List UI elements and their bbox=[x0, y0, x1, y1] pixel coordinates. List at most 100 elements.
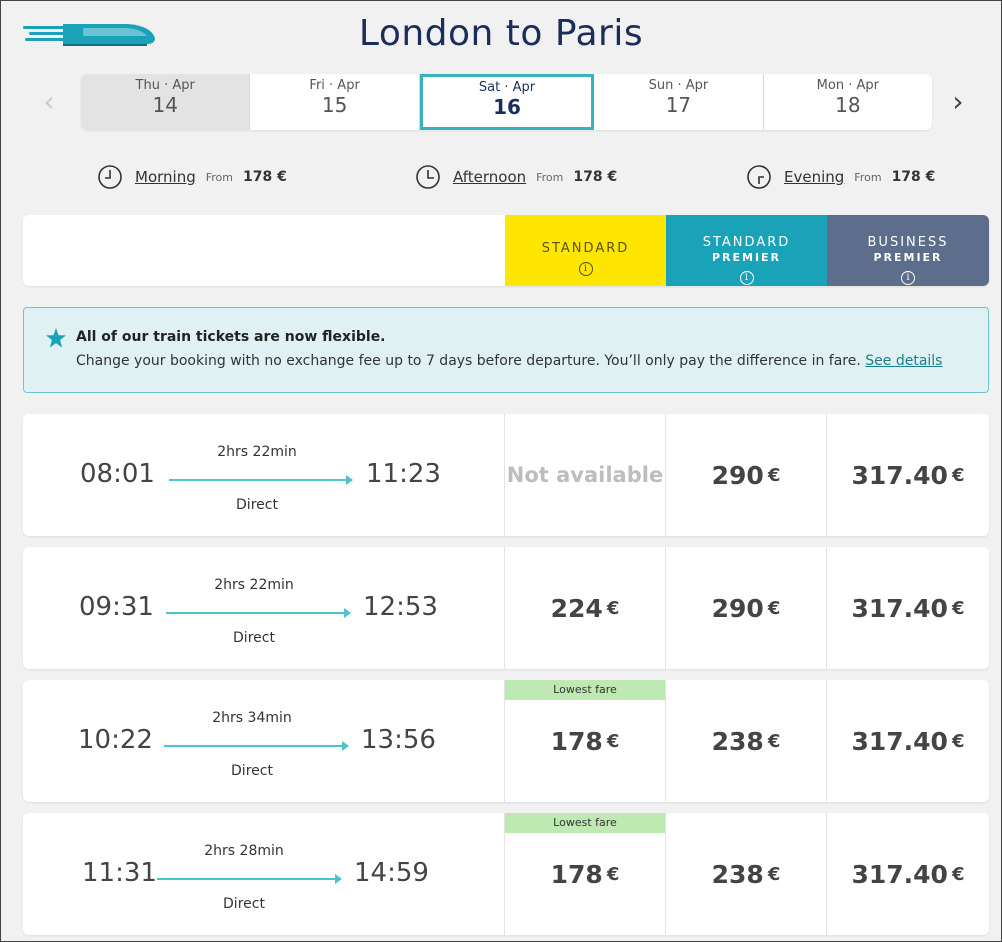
class-subname: PREMIER bbox=[873, 251, 943, 264]
fare-business-premier[interactable]: 317.40 € bbox=[827, 414, 989, 536]
date-day: 15 bbox=[321, 93, 348, 117]
fare-standard-premier[interactable]: 290 € bbox=[666, 547, 827, 669]
fare-business-premier[interactable]: 317.40 € bbox=[827, 547, 989, 669]
fare-currency: € bbox=[606, 730, 620, 752]
flexible-tickets-banner: All of our train tickets are now flexibl… bbox=[23, 307, 989, 393]
fare-currency: € bbox=[767, 597, 781, 619]
fare-price: 290 bbox=[711, 460, 764, 490]
fare-currency: € bbox=[951, 597, 965, 619]
fare-standard[interactable]: Lowest fare 178 € bbox=[505, 813, 666, 935]
clock-morning-icon bbox=[98, 165, 122, 189]
date-weekday: Fri · Apr bbox=[309, 78, 360, 93]
filter-from-text: From bbox=[205, 170, 233, 184]
date-selector: Thu · Apr 14 Fri · Apr 15 Sat · Apr 16 S… bbox=[81, 74, 932, 130]
fare-currency: € bbox=[767, 863, 781, 885]
fare-price: 290 bbox=[711, 593, 764, 623]
time-of-day-filters: Morning From 178 € Afternoon From 178 € … bbox=[1, 164, 1001, 190]
fare-currency: € bbox=[951, 863, 965, 885]
date-day: 16 bbox=[493, 95, 521, 119]
fare-unavailable: Not available bbox=[506, 463, 664, 487]
filter-from-text: From bbox=[536, 170, 564, 184]
departure-time: 08:01 bbox=[80, 459, 155, 489]
fare-currency: € bbox=[767, 464, 781, 486]
date-weekday: Sat · Apr bbox=[478, 80, 536, 95]
fare-currency: € bbox=[606, 863, 620, 885]
class-header-spacer bbox=[23, 215, 505, 286]
fare-standard: Not available bbox=[505, 414, 666, 536]
journey-duration: 2hrs 22min bbox=[214, 577, 294, 593]
journey-row[interactable]: 10:22 2hrs 34min Direct 13:56 Lowest far… bbox=[23, 680, 989, 802]
departure-time: 09:31 bbox=[79, 592, 154, 622]
arrival-time: 12:53 bbox=[363, 592, 438, 622]
fare-class-header: STANDARD i STANDARD PREMIER i BUSINESS P… bbox=[23, 215, 989, 286]
clock-evening-icon bbox=[747, 165, 771, 189]
fare-standard-premier[interactable]: 290 € bbox=[666, 414, 827, 536]
fare-standard[interactable]: Lowest fare 178 € bbox=[505, 680, 666, 802]
fare-price: 178 bbox=[550, 859, 603, 889]
class-standard-premier[interactable]: STANDARD PREMIER i bbox=[666, 215, 827, 286]
fare-currency: € bbox=[767, 730, 781, 752]
date-weekday: Sun · Apr bbox=[648, 78, 709, 93]
fare-standard-premier[interactable]: 238 € bbox=[666, 813, 827, 935]
journey-type: Direct bbox=[236, 497, 278, 513]
journey-duration: 2hrs 34min bbox=[212, 710, 292, 726]
fare-price: 238 bbox=[711, 726, 764, 756]
arrival-time: 11:23 bbox=[366, 459, 441, 489]
departure-time: 10:22 bbox=[78, 725, 153, 755]
class-name: BUSINESS bbox=[867, 235, 949, 250]
journey-row[interactable]: 08:01 2hrs 22min Direct 11:23 Not availa… bbox=[23, 414, 989, 536]
class-subname: PREMIER bbox=[711, 251, 782, 264]
fare-currency: € bbox=[951, 464, 965, 486]
date-day: 14 bbox=[152, 93, 178, 117]
journey-row[interactable]: 09:31 2hrs 22min Direct 12:53 224 € 290 € … bbox=[23, 547, 989, 669]
class-name: STANDARD bbox=[541, 241, 630, 256]
filter-afternoon[interactable]: Afternoon From 178 € bbox=[415, 164, 617, 190]
journey-duration: 2hrs 22min bbox=[217, 444, 297, 460]
fare-standard-premier[interactable]: 238 € bbox=[666, 680, 827, 802]
see-details-link[interactable]: See details bbox=[865, 353, 942, 369]
date-weekday: Mon · Apr bbox=[816, 78, 879, 93]
banner-text: Change your booking with no exchange fee… bbox=[76, 353, 866, 369]
journey-type: Direct bbox=[223, 896, 265, 912]
filter-morning[interactable]: Morning From 178 € bbox=[97, 164, 287, 190]
journey-duration: 2hrs 28min bbox=[204, 843, 284, 859]
banner-text-line: Change your booking with no exchange fee… bbox=[76, 348, 968, 374]
info-icon[interactable]: i bbox=[578, 262, 593, 276]
fare-business-premier[interactable]: 317.40 € bbox=[827, 813, 989, 935]
journey-row[interactable]: 11:31 2hrs 28min Direct 14:59 Lowest far… bbox=[23, 813, 989, 935]
fare-price: 178 bbox=[550, 726, 603, 756]
fare-currency: € bbox=[951, 730, 965, 752]
date-option[interactable]: Sun · Apr 17 bbox=[594, 74, 764, 130]
chevron-right-icon[interactable]: › bbox=[948, 87, 968, 117]
date-option[interactable]: Fri · Apr 15 bbox=[250, 74, 420, 130]
fare-currency: € bbox=[606, 597, 620, 619]
journey-type: Direct bbox=[233, 630, 275, 646]
class-standard[interactable]: STANDARD i bbox=[505, 215, 666, 286]
date-option-selected[interactable]: Sat · Apr 16 bbox=[419, 74, 595, 130]
date-day: 18 bbox=[835, 93, 861, 117]
banner-title: All of our train tickets are now flexibl… bbox=[76, 329, 386, 345]
filter-price: 178 € bbox=[891, 169, 936, 185]
class-business-premier[interactable]: BUSINESS PREMIER i bbox=[827, 215, 989, 286]
journey-info: 08:01 2hrs 22min Direct 11:23 bbox=[23, 414, 505, 536]
chevron-left-icon[interactable]: ‹ bbox=[39, 87, 59, 117]
journey-arrow-icon bbox=[166, 608, 351, 618]
arrival-time: 13:56 bbox=[361, 725, 436, 755]
filter-price: 178 € bbox=[573, 169, 618, 185]
date-option[interactable]: Thu · Apr 14 bbox=[81, 74, 251, 130]
date-option[interactable]: Mon · Apr 18 bbox=[764, 74, 932, 130]
fare-price: 224 bbox=[550, 593, 603, 623]
page-title: London to Paris bbox=[358, 13, 644, 54]
star-icon bbox=[46, 328, 66, 348]
journey-arrow-icon bbox=[164, 741, 349, 751]
filter-price: 178 € bbox=[243, 169, 287, 185]
fare-business-premier[interactable]: 317.40 € bbox=[827, 680, 989, 802]
arrival-time: 14:59 bbox=[354, 858, 429, 888]
clock-afternoon-icon bbox=[416, 165, 440, 189]
info-icon[interactable]: i bbox=[739, 271, 754, 285]
fare-standard[interactable]: 224 € bbox=[505, 547, 666, 669]
filter-evening[interactable]: Evening From 178 € bbox=[746, 164, 935, 190]
class-name: STANDARD bbox=[702, 235, 791, 250]
info-icon[interactable]: i bbox=[901, 271, 915, 285]
fare-price: 238 bbox=[711, 859, 764, 889]
